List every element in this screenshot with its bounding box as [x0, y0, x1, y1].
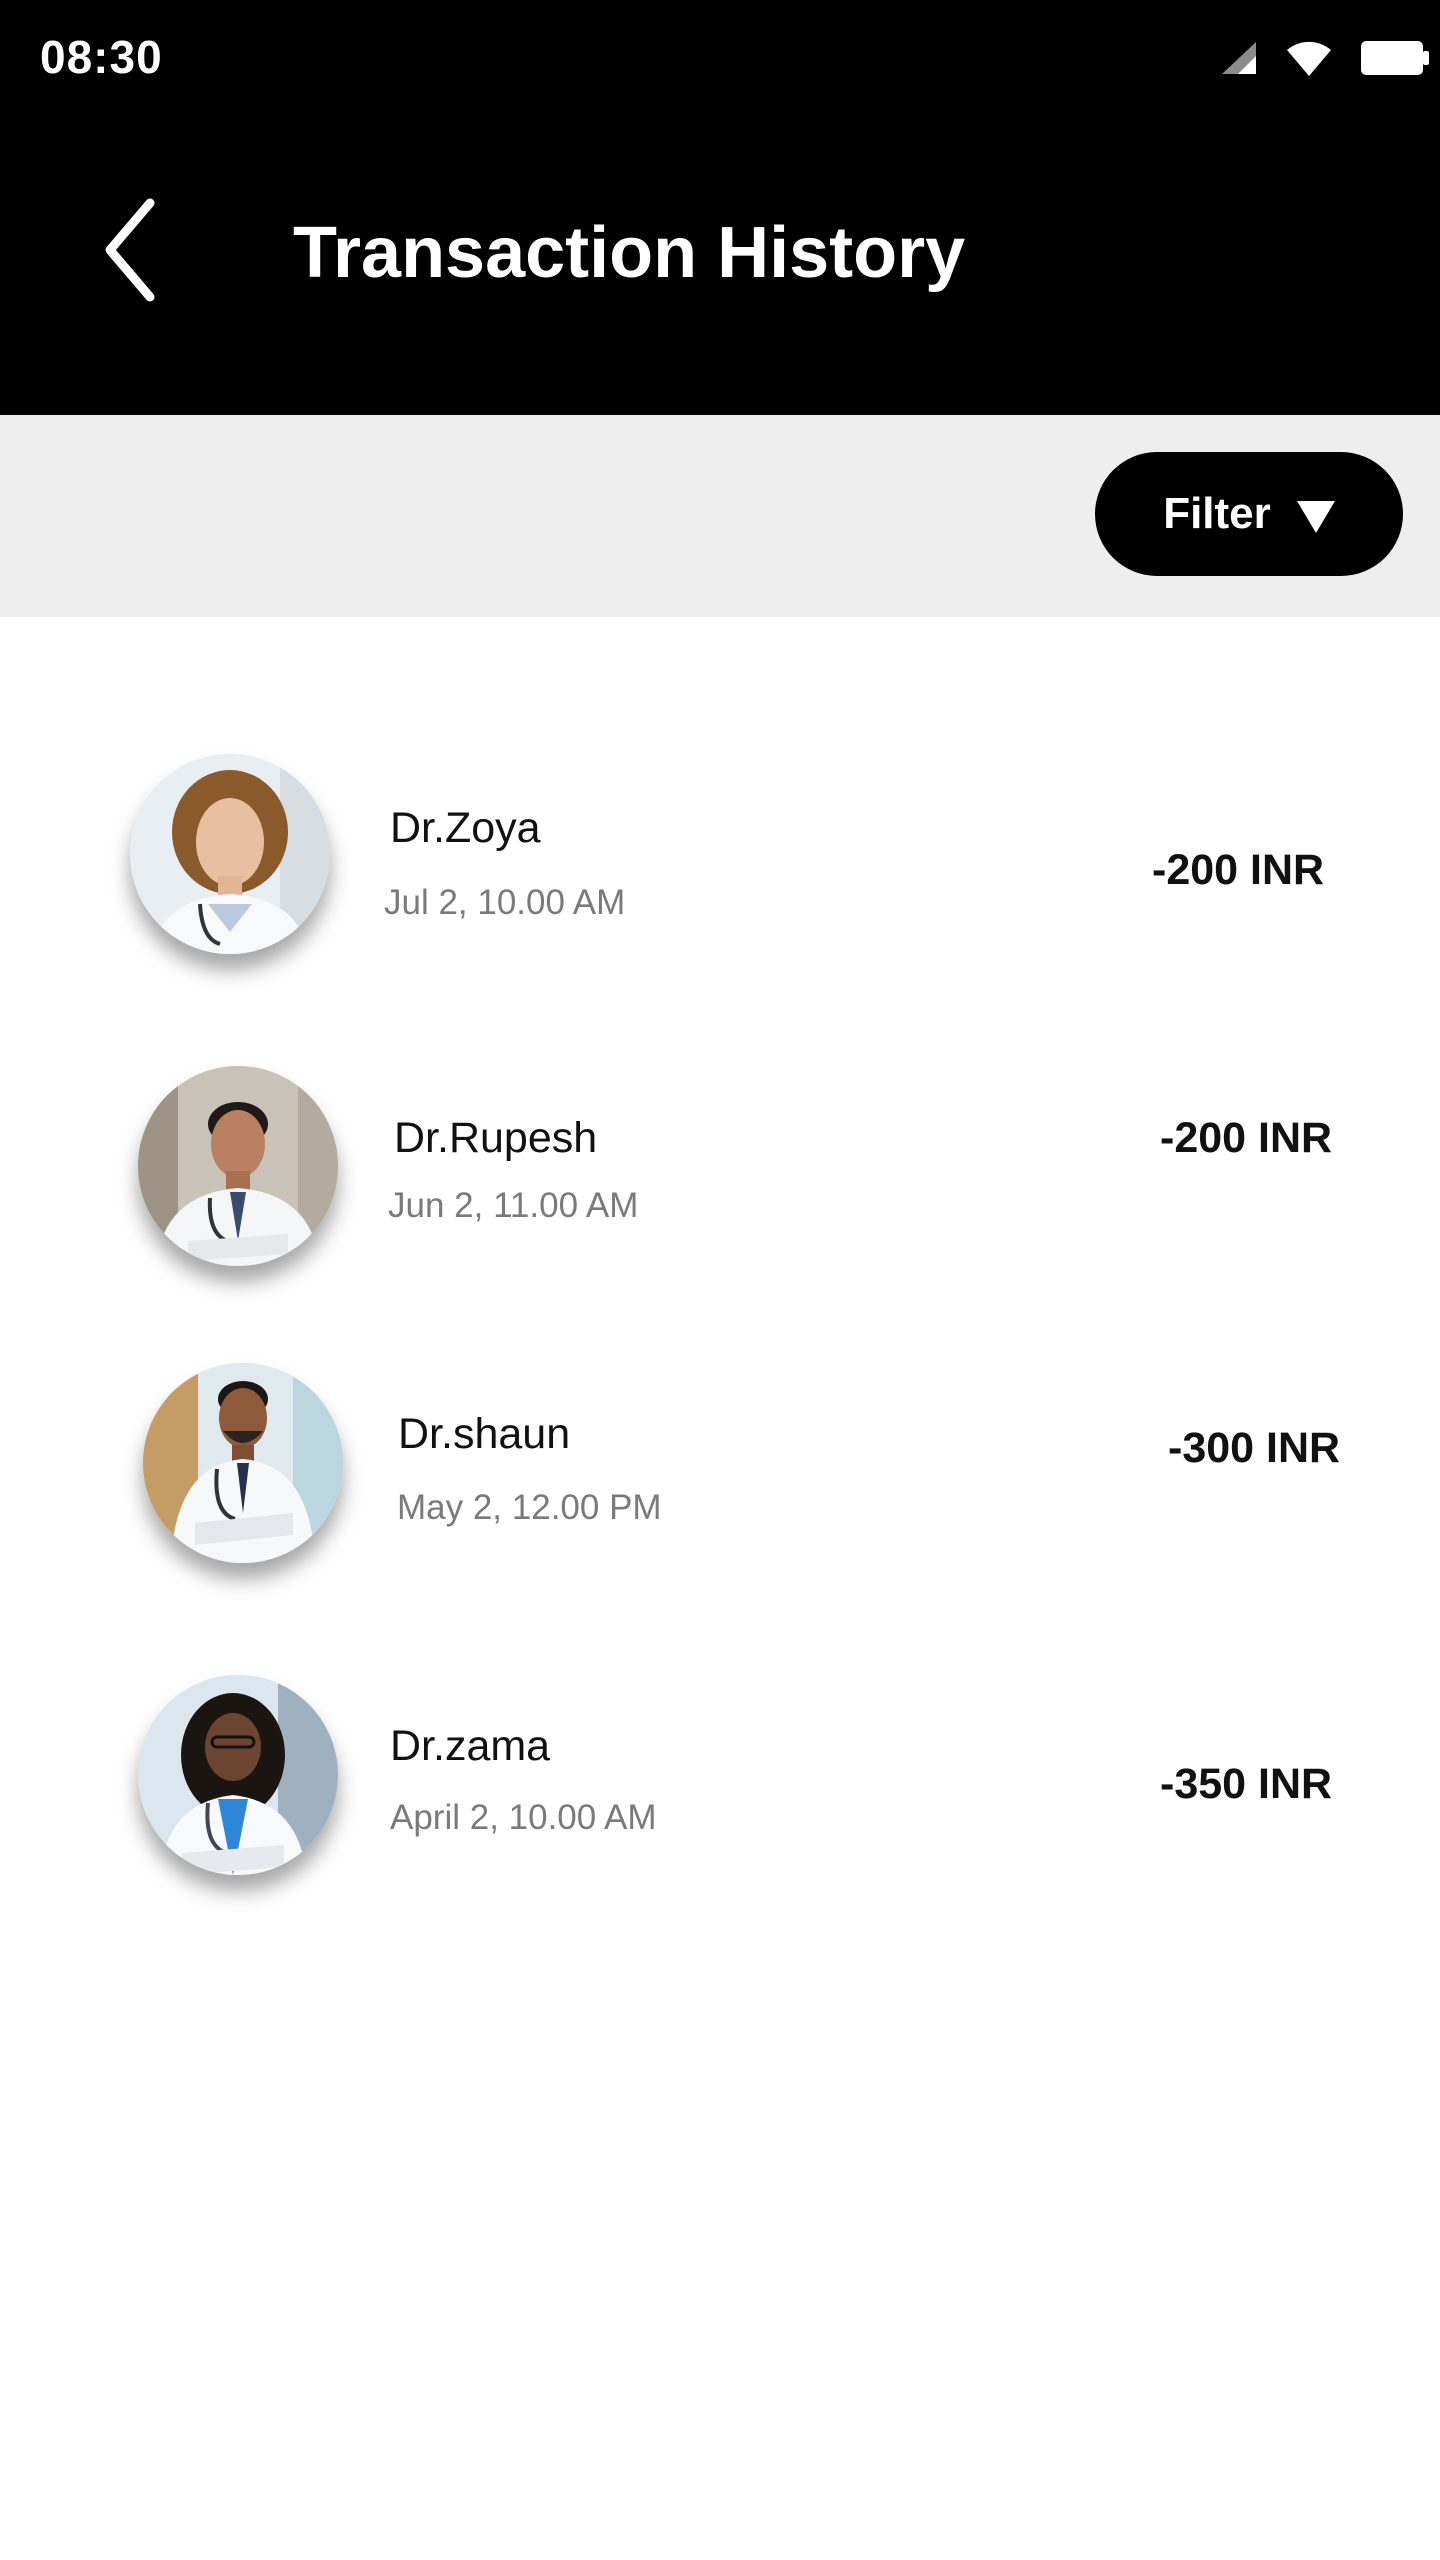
doctor-name: Dr.zama [390, 1722, 551, 1770]
doctor-photo-icon [138, 1675, 338, 1875]
wifi-icon [1287, 41, 1331, 76]
chevron-left-icon [105, 198, 155, 302]
doctor-photo-icon [138, 1066, 338, 1266]
doctor-name: Dr.Zoya [390, 804, 541, 852]
doctor-avatar [138, 1675, 338, 1875]
doctor-avatar [138, 1066, 338, 1266]
transaction-row[interactable]: Dr.zama April 2, 10.00 AM -350 INR [0, 1670, 1440, 1910]
transaction-row[interactable]: Dr.Rupesh Jun 2, 11.00 AM -200 INR [0, 1058, 1440, 1298]
transaction-amount: -350 INR [1160, 1760, 1333, 1808]
transaction-amount: -300 INR [1168, 1424, 1341, 1472]
caret-down-icon [1296, 501, 1335, 533]
doctor-avatar [130, 754, 330, 954]
signal-icon [1222, 42, 1256, 74]
transaction-date: Jun 2, 11.00 AM [388, 1186, 639, 1225]
transaction-date: Jul 2, 10.00 AM [384, 883, 626, 922]
doctor-name: Dr.Rupesh [394, 1114, 598, 1162]
back-button[interactable] [90, 190, 170, 310]
transaction-row[interactable]: Dr.Zoya Jul 2, 10.00 AM -200 INR [0, 750, 1440, 990]
doctor-photo-icon [143, 1363, 343, 1563]
status-time: 08:30 [40, 31, 163, 83]
battery-icon [1361, 41, 1429, 75]
transaction-row[interactable]: Dr.shaun May 2, 12.00 PM -300 INR [0, 1358, 1440, 1598]
status-icons [1218, 36, 1430, 80]
app-header: 08:30 Transaction History [0, 0, 1440, 415]
doctor-name: Dr.shaun [398, 1410, 571, 1458]
filter-button[interactable]: Filter [1095, 452, 1403, 576]
filter-button-label: Filter [1163, 489, 1271, 538]
doctor-photo-icon [130, 754, 330, 954]
transaction-date: April 2, 10.00 AM [390, 1798, 657, 1837]
transaction-amount: -200 INR [1152, 846, 1325, 894]
transaction-amount: -200 INR [1160, 1114, 1333, 1162]
page-title: Transaction History [293, 213, 966, 293]
transaction-date: May 2, 12.00 PM [397, 1488, 662, 1527]
doctor-avatar [143, 1363, 343, 1563]
transaction-history-screen: 08:30 Transaction History Filter Dr.Zoya… [0, 0, 1440, 2560]
filter-bar: Filter [0, 415, 1440, 617]
